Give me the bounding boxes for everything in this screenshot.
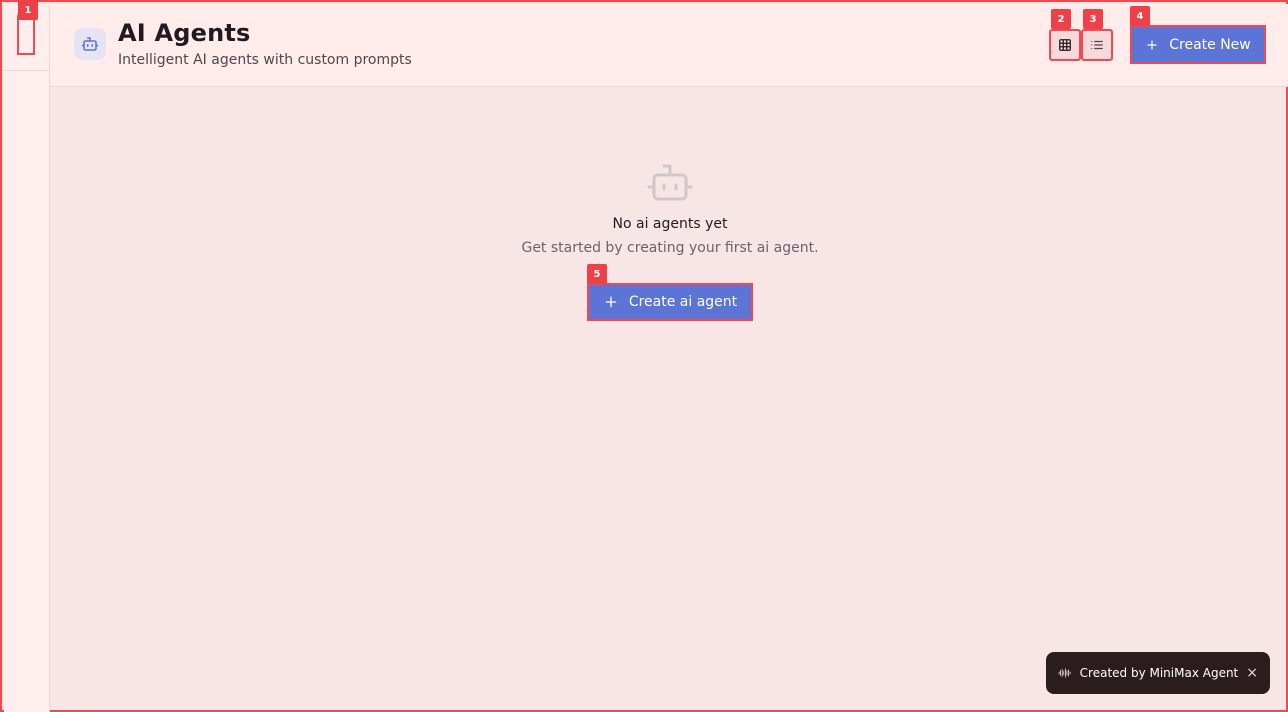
create-new-label: Create New — [1169, 36, 1251, 53]
waveform-icon — [1058, 668, 1071, 678]
robot-icon — [74, 28, 106, 60]
grid-view-button[interactable] — [1049, 29, 1081, 61]
annotation-badge: 1 — [18, 0, 38, 20]
annotation-badge: 3 — [1083, 9, 1103, 29]
grid-icon — [1059, 39, 1071, 51]
plus-icon — [605, 296, 617, 308]
close-icon[interactable]: × — [1246, 666, 1258, 680]
list-icon — [1091, 40, 1103, 50]
annotation-badge: 4 — [1130, 6, 1150, 26]
list-view-button[interactable] — [1081, 29, 1113, 61]
empty-state-title: No ai agents yet — [612, 216, 728, 232]
create-ai-agent-label: Create ai agent — [628, 294, 738, 310]
toast-text: Created by MiniMax Agent — [1079, 666, 1239, 680]
annotation-badge: 5 — [587, 264, 607, 284]
empty-state-robot-icon — [647, 164, 693, 201]
plus-icon — [1147, 39, 1157, 50]
create-new-button[interactable]: Create New — [1130, 25, 1266, 64]
create-ai-agent-button[interactable]: Create ai agent — [587, 283, 753, 321]
page-title: AI Agents — [118, 19, 251, 47]
annotation-badge: 2 — [1051, 9, 1071, 29]
sidebar-toggle-button[interactable] — [17, 15, 35, 55]
sidebar — [4, 4, 50, 712]
page-subtitle: Intelligent AI agents with custom prompt… — [118, 52, 412, 68]
created-by-toast: Created by MiniMax Agent × — [1046, 652, 1270, 694]
app-frame: AI Agents Intelligent AI agents with cus… — [0, 0, 1288, 712]
empty-state-description: Get started by creating your first ai ag… — [521, 240, 819, 256]
